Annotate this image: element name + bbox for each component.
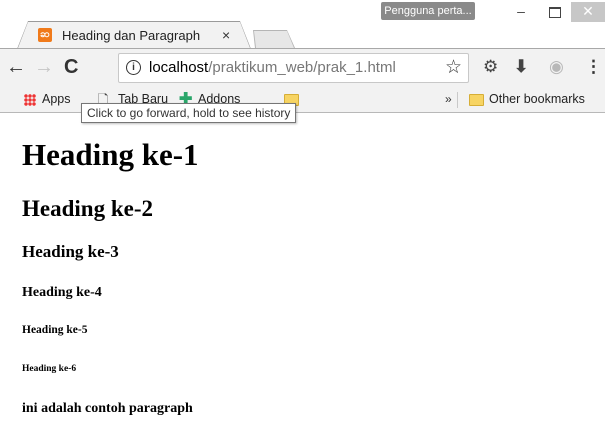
tab-close-icon[interactable]: ×: [222, 27, 230, 43]
extension-icon[interactable]: ⚙: [483, 57, 498, 77]
url-path: /praktikum_web/prak_1.html: [208, 59, 396, 76]
bookmark-star-icon[interactable]: ☆: [445, 56, 462, 79]
close-icon: ✕: [582, 3, 594, 19]
xampp-icon: ဆ: [38, 28, 52, 42]
heading-3: Heading ke-3: [22, 242, 119, 261]
browser-toolbar: ← → C i localhost/praktikum_web/prak_1.h…: [0, 48, 605, 89]
bookmark-apps[interactable]: Apps: [42, 92, 71, 106]
forward-icon[interactable]: →: [34, 57, 54, 77]
download-icon[interactable]: ⬇: [514, 57, 528, 77]
tab-title: Heading dan Paragraph: [62, 28, 201, 43]
url-host: localhost: [149, 59, 209, 76]
reload-icon[interactable]: C: [64, 57, 78, 77]
heading-1: Heading ke-1: [22, 137, 199, 172]
address-bar[interactable]: i localhost/praktikum_web/prak_1.html ☆: [118, 53, 469, 83]
tooltip: Click to go forward, hold to see history: [81, 103, 297, 123]
close-window-button[interactable]: ✕: [571, 2, 605, 22]
minimize-button[interactable]: –: [504, 2, 538, 22]
page-content: Heading ke-1 Heading ke-2 Heading ke-3 H…: [0, 113, 605, 446]
bookmarks-divider: [457, 92, 458, 108]
apps-grid-icon[interactable]: [24, 94, 36, 106]
paragraph: ini adalah contoh paragraph: [22, 401, 193, 416]
info-icon[interactable]: i: [126, 60, 141, 75]
bookmarks-overflow-icon[interactable]: »: [445, 92, 452, 106]
title-bar: Pengguna perta... – ✕ ဆ Heading dan Para…: [0, 0, 605, 49]
globe-icon[interactable]: ◉: [549, 57, 564, 77]
heading-6: Heading ke-6: [22, 364, 77, 374]
minimize-icon: –: [517, 3, 525, 19]
url-text[interactable]: localhost/praktikum_web/prak_1.html: [149, 59, 396, 76]
menu-icon[interactable]: ⋮: [585, 57, 602, 77]
heading-5: Heading ke-5: [22, 324, 88, 336]
maximize-button[interactable]: [538, 2, 572, 22]
folder-icon: [469, 94, 484, 106]
back-icon[interactable]: ←: [6, 57, 26, 77]
heading-2: Heading ke-2: [22, 196, 153, 221]
bookmark-other[interactable]: Other bookmarks: [489, 92, 585, 106]
heading-4: Heading ke-4: [22, 285, 102, 300]
profile-badge[interactable]: Pengguna perta...: [381, 2, 475, 20]
maximize-icon: [549, 6, 561, 18]
